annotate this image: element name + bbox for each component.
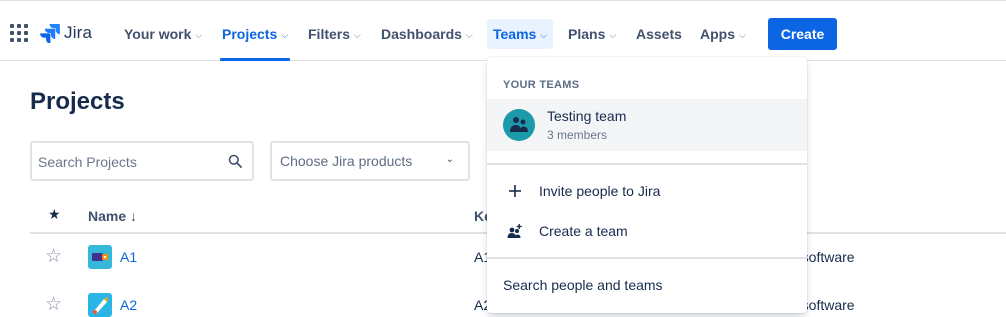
nav-projects-label: Projects xyxy=(222,26,278,42)
plus-icon xyxy=(507,183,523,199)
project-avatar-icon xyxy=(88,293,112,317)
team-avatar-icon xyxy=(503,109,535,141)
nav-projects[interactable]: Projects ⌵ xyxy=(218,19,292,49)
nav-apps-label: Apps xyxy=(700,26,735,42)
invite-people-label: Invite people to Jira xyxy=(539,183,661,199)
search-people-teams-link[interactable]: Search people and teams xyxy=(503,277,663,293)
app-switcher-icon[interactable] xyxy=(10,24,28,42)
logo-text: Jira xyxy=(64,23,93,42)
nav-teams[interactable]: Teams ⌵ xyxy=(487,19,554,49)
column-header-name[interactable]: Name ↓ xyxy=(88,208,137,224)
starred-column-icon[interactable]: ★ xyxy=(48,206,61,223)
nav-your-work[interactable]: Your work ⌵ xyxy=(120,19,206,49)
nav-dashboards-label: Dashboards xyxy=(381,26,462,42)
page-title: Projects xyxy=(30,88,125,115)
jira-logo-icon xyxy=(40,24,60,43)
top-navigation: Jira Your work ⌵ Projects ⌵ Filters ⌵ Dashb… xyxy=(0,0,1006,61)
menu-divider xyxy=(487,163,807,165)
nav-teams-label: Teams xyxy=(493,26,537,42)
star-icon[interactable]: ☆ xyxy=(45,245,62,268)
search-projects-field[interactable] xyxy=(30,141,254,181)
invite-people-item[interactable]: Invite people to Jira xyxy=(487,171,807,211)
your-teams-heading: YOUR TEAMS xyxy=(503,79,580,91)
nav-plans[interactable]: Plans ⌵ xyxy=(564,19,620,49)
chevron-down-icon: ⌵ xyxy=(609,29,617,40)
jira-logo[interactable]: Jira xyxy=(40,21,92,45)
nav-assets[interactable]: Assets xyxy=(632,19,686,49)
menu-divider xyxy=(487,257,807,259)
chevron-down-icon: ⌵ xyxy=(195,29,203,40)
project-link-a2[interactable]: A2 xyxy=(120,297,137,313)
active-tab-indicator xyxy=(220,58,290,61)
nav-assets-label: Assets xyxy=(636,26,682,42)
nav-your-work-label: Your work xyxy=(124,26,192,42)
project-link-a1[interactable]: A1 xyxy=(120,249,137,265)
nav-apps[interactable]: Apps ⌵ xyxy=(696,19,750,49)
nav-filters[interactable]: Filters ⌵ xyxy=(304,19,365,49)
chevron-down-icon: ⌵ xyxy=(739,29,746,40)
star-icon[interactable]: ☆ xyxy=(45,293,62,316)
chevron-down-icon: ⌵ xyxy=(354,29,361,40)
product-filter-label: Choose Jira products xyxy=(280,153,413,169)
chevron-down-icon: ⌵ xyxy=(540,29,548,40)
product-filter-select[interactable]: Choose Jira products ⌄ xyxy=(270,141,470,181)
nav-filters-label: Filters xyxy=(308,26,351,42)
project-avatar-icon xyxy=(88,245,112,269)
team-item[interactable]: Testing team 3 members xyxy=(487,99,807,151)
teams-dropdown-menu: YOUR TEAMS Testing team 3 members Invite… xyxy=(487,57,807,313)
nav-dashboards[interactable]: Dashboards ⌵ xyxy=(377,19,477,49)
create-button[interactable]: Create xyxy=(768,18,837,50)
people-add-icon xyxy=(507,223,523,239)
create-team-item[interactable]: Create a team xyxy=(487,211,807,251)
chevron-down-icon: ⌵ xyxy=(281,29,289,40)
nav-plans-label: Plans xyxy=(568,26,606,42)
chevron-down-icon: ⌄ xyxy=(445,154,454,165)
search-icon xyxy=(228,154,242,168)
search-input[interactable] xyxy=(38,152,218,172)
team-members-count: 3 members xyxy=(547,128,608,142)
chevron-down-icon: ⌵ xyxy=(465,29,473,40)
create-team-label: Create a team xyxy=(539,223,628,239)
team-name: Testing team xyxy=(547,108,627,124)
